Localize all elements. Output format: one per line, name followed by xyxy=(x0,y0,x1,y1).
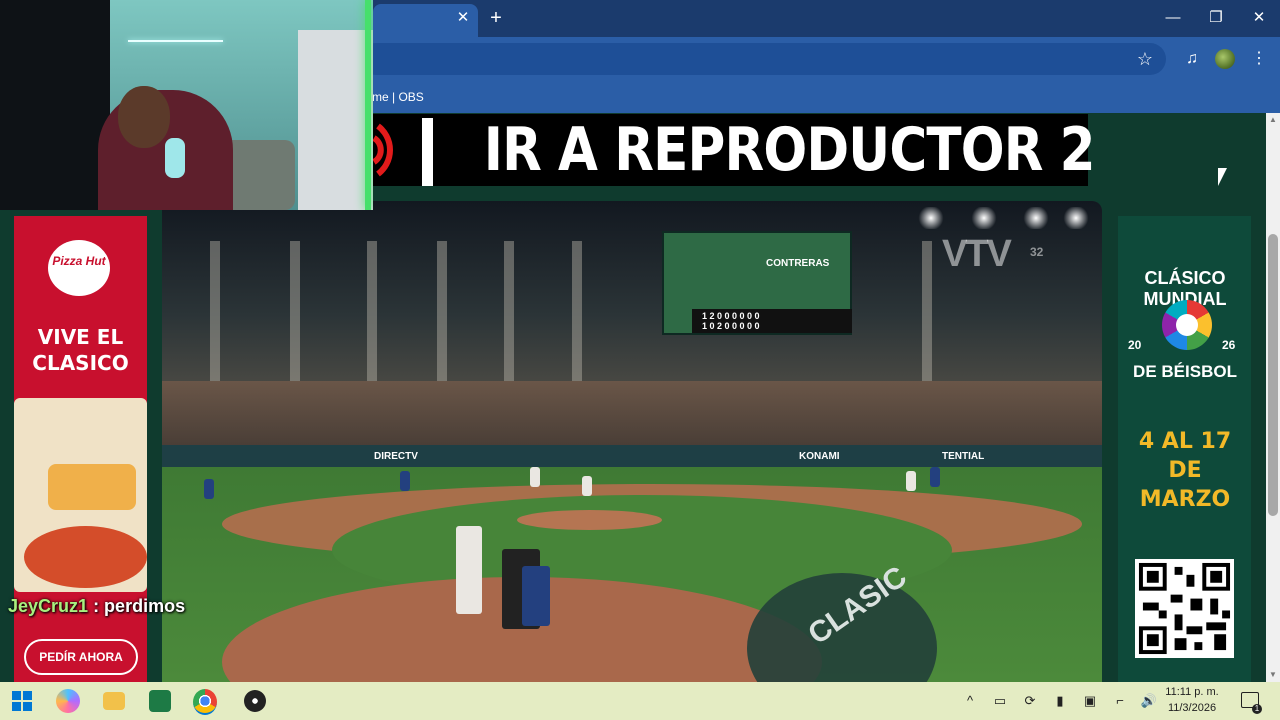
channel-number: 32 xyxy=(1030,245,1044,259)
pitchers-mound xyxy=(517,510,662,530)
scroll-thumb[interactable] xyxy=(1268,234,1278,516)
banner-title[interactable]: IR A REPRODUCTOR 2 xyxy=(484,114,1096,186)
close-window-button[interactable]: ✕ xyxy=(1244,6,1274,30)
chat-username: JeyCruz1 xyxy=(8,596,89,616)
microphone xyxy=(165,138,185,178)
stadium-stands xyxy=(162,381,1102,451)
clock-date[interactable]: 11/3/2026 xyxy=(1162,702,1222,714)
fielder xyxy=(530,467,540,487)
ad-headline-line-2: CLASICO xyxy=(32,351,129,375)
wbc-year-left: 20 xyxy=(1128,338,1142,352)
sponsor-tential: TENTIAL xyxy=(942,451,985,462)
qr-code[interactable] xyxy=(1135,559,1234,658)
browser-menu-icon[interactable]: ⋮ xyxy=(1248,48,1270,70)
pizza-image xyxy=(24,526,147,588)
obs-icon[interactable] xyxy=(244,690,266,712)
baseball-icon xyxy=(1176,314,1198,336)
neon-frame xyxy=(365,0,371,210)
ad-headline-line-1: VIVE EL xyxy=(37,325,124,349)
tab-close-icon[interactable]: ✕ xyxy=(455,9,471,27)
scroll-up-icon[interactable]: ▲ xyxy=(1266,113,1280,127)
network-icon[interactable]: ⌐ xyxy=(1111,692,1129,710)
webcam-door xyxy=(298,30,373,210)
broadcast-icon xyxy=(372,123,393,177)
chat-text: : perdimos xyxy=(93,596,186,616)
webcam-overlay xyxy=(0,0,373,210)
pizza-hut-logo xyxy=(48,240,110,296)
dates-line-1: 4 AL 17 xyxy=(1138,429,1232,454)
sponsor-konami: KONAMI xyxy=(799,451,840,462)
pizza-hut-logo-text: Pizza Hut xyxy=(52,254,106,268)
scroll-down-icon[interactable]: ▼ xyxy=(1266,668,1280,682)
neon-heartbeat-sign xyxy=(128,40,223,42)
volume-icon[interactable]: 🔊 xyxy=(1140,692,1158,710)
stadium-light xyxy=(1022,207,1050,229)
event-dates: 4 AL 17 DE MARZO xyxy=(1122,427,1248,514)
stadium-light xyxy=(1062,207,1090,229)
ad-headline: VIVE EL CLASICO xyxy=(14,324,147,376)
pizza-image xyxy=(48,464,136,510)
fielder xyxy=(204,479,214,499)
mouse-cursor-icon xyxy=(1218,168,1227,186)
pitcher xyxy=(582,476,592,496)
wbc-year-right: 26 xyxy=(1222,338,1236,352)
webcam-background xyxy=(0,0,110,210)
stadium-light xyxy=(970,207,998,229)
tray-app-icon[interactable]: ▭ xyxy=(991,692,1009,710)
address-bar[interactable] xyxy=(360,43,1166,75)
sponsor-directv: DIRECTV xyxy=(374,451,418,462)
wbc-title-bottom: DE BÉISBOL xyxy=(1133,362,1237,381)
baserunner xyxy=(906,471,916,491)
media-control-icon[interactable]: ♫ xyxy=(1181,48,1203,70)
stadium-light xyxy=(917,207,945,229)
clock-time[interactable]: 11:11 p. m. xyxy=(1162,686,1222,698)
bookmark-obs[interactable]: me | OBS xyxy=(372,87,424,107)
dates-line-3: MARZO xyxy=(1139,487,1231,512)
order-now-button[interactable]: PEDÍR AHORA xyxy=(24,639,138,675)
scoreboard-line-2: 1 0 2 0 0 0 0 0 xyxy=(702,321,760,331)
profile-avatar[interactable] xyxy=(1215,49,1235,69)
batter xyxy=(456,526,482,614)
excel-icon[interactable] xyxy=(149,690,171,712)
streamer-head xyxy=(118,86,170,148)
video-player[interactable]: CONTRERAS 1 2 0 0 0 0 0 0 1 0 2 0 0 0 0 … xyxy=(162,201,1102,682)
scoreboard-player-name: CONTRERAS xyxy=(766,258,830,269)
fielder xyxy=(400,471,410,491)
catcher xyxy=(522,566,550,626)
fielder xyxy=(930,467,940,487)
tray-sync-icon[interactable]: ⟳ xyxy=(1021,692,1039,710)
tray-screen-icon[interactable]: ▣ xyxy=(1081,692,1099,710)
tray-overflow-icon[interactable]: ^ xyxy=(961,692,979,710)
restore-button[interactable]: ❐ xyxy=(1201,6,1231,30)
dates-line-2: DE xyxy=(1168,458,1202,483)
chat-message: JeyCruz1 : perdimos xyxy=(8,596,185,617)
chrome-icon[interactable] xyxy=(193,689,217,715)
microphone-icon[interactable]: ▮ xyxy=(1051,692,1069,710)
channel-watermark: VTV xyxy=(942,233,1012,275)
bookmark-star-icon[interactable]: ☆ xyxy=(1134,48,1156,70)
new-tab-button[interactable]: + xyxy=(486,7,506,29)
file-explorer-icon[interactable] xyxy=(103,692,125,710)
stadium-roof xyxy=(162,201,1102,391)
windows-start-icon[interactable] xyxy=(12,691,32,711)
copilot-icon[interactable] xyxy=(56,689,80,713)
minimize-button[interactable]: — xyxy=(1158,6,1188,30)
scoreboard-line-1: 1 2 0 0 0 0 0 0 xyxy=(702,311,760,321)
notification-badge: 1 xyxy=(1252,704,1262,714)
banner-divider xyxy=(422,118,433,186)
